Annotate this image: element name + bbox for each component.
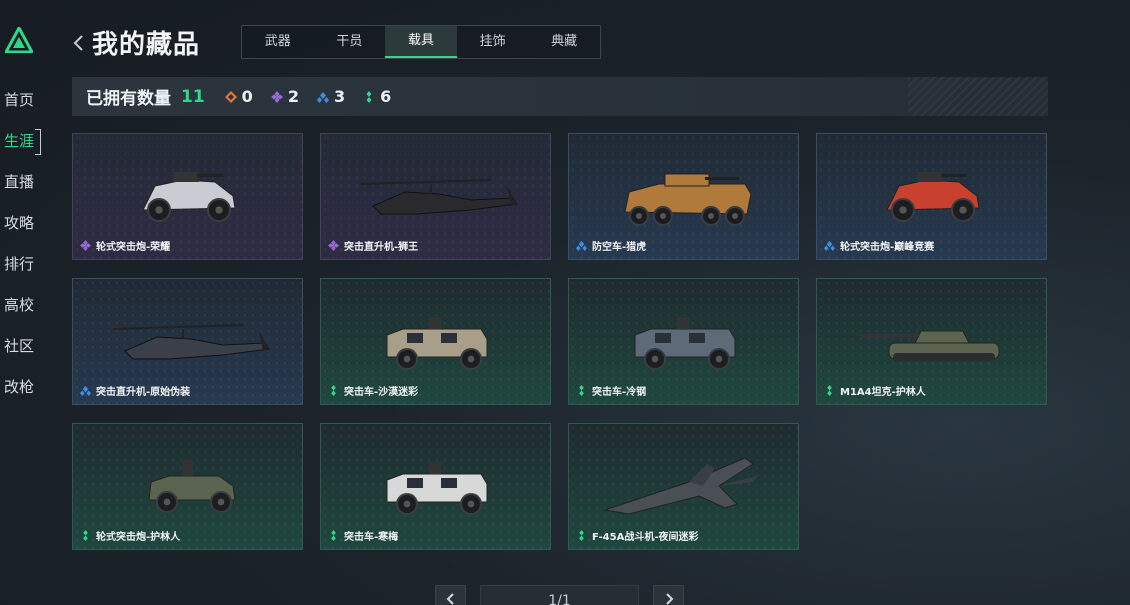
purple-rarity-icon [80, 240, 91, 251]
blue-rarity-icon [80, 385, 91, 396]
vehicle-card[interactable]: M1A4坦克-护林人 [816, 278, 1047, 405]
vehicle-name: 突击车-沙漠迷彩 [344, 387, 419, 398]
page-indicator: 1/1 [480, 585, 639, 605]
ownership-summary: 已拥有数量 11 0 2 3 6 [72, 77, 1048, 116]
sidebar-item-career[interactable]: 生涯 [0, 125, 44, 166]
back-chevron-icon[interactable] [72, 33, 86, 53]
tab-weapons[interactable]: 武器 [242, 26, 314, 58]
vehicle-image [142, 172, 236, 222]
sidebar-item-live[interactable]: 直播 [0, 166, 44, 207]
vehicle-name-row: 突击直升机-原始伪装 [80, 383, 190, 398]
vehicle-name-row: 轮式突击炮-巅峰竞赛 [824, 238, 934, 253]
purple-rarity-icon [328, 240, 339, 251]
vehicle-image [886, 172, 980, 222]
sidebar-item-community[interactable]: 社区 [0, 330, 44, 371]
vehicle-name-row: 突击车-寒梅 [328, 528, 398, 543]
vehicle-card[interactable]: 突击直升机-原始伪装 [72, 278, 303, 405]
vehicle-name: 轮式突击炮-护林人 [96, 532, 181, 543]
orange-diamond-icon [224, 90, 237, 103]
vehicle-name: 防空车-猎虎 [592, 242, 647, 253]
vehicle-name-row: 突击车-冷钢 [576, 383, 646, 398]
rarity-orange-count: 0 [224, 87, 253, 106]
sidebar-item-ranking[interactable]: 排行 [0, 248, 44, 289]
vehicle-name-row: M1A4坦克-护林人 [824, 383, 926, 398]
vehicle-card[interactable]: 突击车-冷钢 [568, 278, 799, 405]
vehicle-name: 突击直升机-狮王 [344, 242, 419, 253]
vehicle-grid: 轮式突击炮-荣耀 突击直升机-狮王 防空车-猎虎 轮式突击炮-巅峰竞赛 突击直升… [72, 133, 1048, 550]
green-rarity-icon [827, 385, 832, 396]
vehicle-name: 突击车-冷钢 [592, 387, 647, 398]
vehicle-name: 轮式突击炮-巅峰竞赛 [840, 242, 935, 253]
purple-diamond-icon [270, 90, 283, 103]
page-title: 我的藏品 [92, 30, 201, 60]
vehicle-image [386, 317, 488, 370]
vehicle-image [634, 317, 736, 370]
rarity-count: 0 [241, 87, 253, 106]
green-rarity-icon [83, 530, 88, 541]
vehicle-card[interactable]: 突击车-寒梅 [320, 423, 551, 550]
green-rarity-icon [331, 530, 336, 541]
green-rarity-icon [331, 385, 336, 396]
tab-collection[interactable]: 典藏 [528, 26, 600, 58]
sidebar-nav: 首页 生涯 直播 攻略 排行 高校 社区 改枪 [0, 84, 44, 412]
vehicle-card[interactable]: 突击直升机-狮王 [320, 133, 551, 260]
rarity-count: 3 [333, 87, 346, 106]
rarity-blue-count: 3 [316, 87, 346, 106]
tab-charms[interactable]: 挂饰 [457, 26, 529, 58]
blue-rarity-icon [824, 240, 835, 251]
next-page-button[interactable] [653, 585, 684, 605]
green-rarity-icon [579, 385, 584, 396]
tab-vehicles[interactable]: 载具 [385, 26, 457, 58]
vehicle-image [859, 330, 1000, 361]
app-logo-icon[interactable] [5, 27, 33, 53]
vehicle-card[interactable]: 突击车-沙漠迷彩 [320, 278, 551, 405]
blue-rarity-icon [576, 240, 587, 251]
rarity-green-count: 6 [363, 87, 391, 106]
owned-count-value: 11 [181, 86, 205, 107]
sidebar-item-home[interactable]: 首页 [0, 84, 44, 125]
vehicle-name: 突击车-寒梅 [344, 532, 399, 543]
vehicle-card[interactable]: 轮式突击炮-护林人 [72, 423, 303, 550]
category-tabs: 武器 干员 载具 挂饰 典藏 [241, 25, 601, 59]
vehicle-card[interactable]: F-45A战斗机-夜间迷彩 [568, 423, 799, 550]
vehicle-name-row: 轮式突击炮-荣耀 [80, 238, 170, 253]
vehicle-card[interactable]: 轮式突击炮-巅峰竞赛 [816, 133, 1047, 260]
chevron-left-icon [446, 593, 454, 605]
vehicle-name: M1A4坦克-护林人 [840, 387, 926, 398]
vehicle-name: F-45A战斗机-夜间迷彩 [592, 532, 699, 543]
vehicle-image [386, 462, 488, 515]
vehicle-image [148, 460, 236, 513]
owned-count-label: 已拥有数量 [86, 89, 171, 109]
vehicle-name-row: 突击直升机-狮王 [328, 238, 418, 253]
tab-operators[interactable]: 干员 [314, 26, 386, 58]
blue-diamond-icon [316, 91, 329, 103]
vehicle-name-row: F-45A战斗机-夜间迷彩 [576, 528, 698, 543]
chevron-right-icon [666, 593, 674, 605]
rarity-purple-count: 2 [270, 87, 299, 106]
rarity-count: 2 [287, 87, 299, 106]
vehicle-name: 轮式突击炮-荣耀 [96, 242, 171, 253]
green-diamond-icon [366, 90, 372, 103]
green-rarity-icon [579, 530, 584, 541]
vehicle-name-row: 突击车-沙漠迷彩 [328, 383, 418, 398]
sidebar-item-gunsmith[interactable]: 改枪 [0, 371, 44, 412]
vehicle-name-row: 轮式突击炮-护林人 [80, 528, 180, 543]
prev-page-button[interactable] [435, 585, 466, 605]
vehicle-image [360, 179, 518, 215]
rarity-count: 6 [380, 87, 392, 106]
vehicle-name: 突击直升机-原始伪装 [96, 387, 191, 398]
sidebar-item-guides[interactable]: 攻略 [0, 207, 44, 248]
sidebar-item-campus[interactable]: 高校 [0, 289, 44, 330]
vehicle-image [624, 173, 752, 226]
vehicle-name-row: 防空车-猎虎 [576, 238, 646, 253]
vehicle-image [112, 324, 270, 360]
vehicle-card[interactable]: 防空车-猎虎 [568, 133, 799, 260]
vehicle-card[interactable]: 轮式突击炮-荣耀 [72, 133, 303, 260]
vehicle-image [604, 457, 757, 515]
